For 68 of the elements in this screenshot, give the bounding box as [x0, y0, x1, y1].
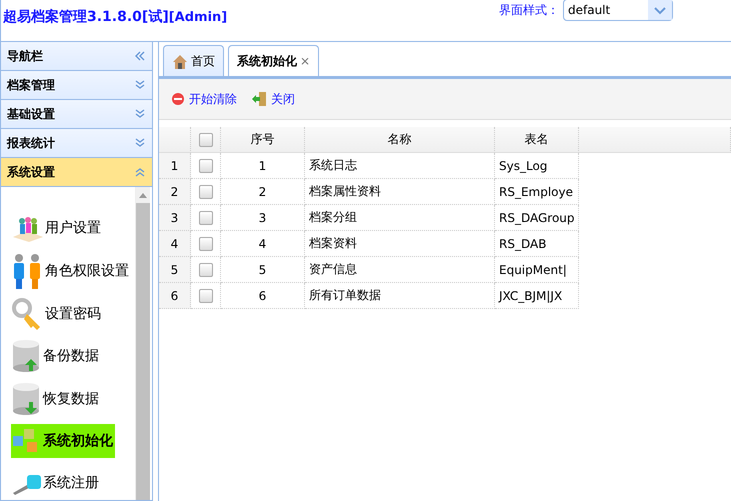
clear-button[interactable]: 开始清除 [171, 90, 237, 108]
table-cell: RS_DAGroup [495, 205, 579, 231]
row-number: 4 [159, 231, 191, 257]
section-label: 系统设置 [7, 164, 55, 180]
row-number: 2 [159, 179, 191, 205]
column-header[interactable]: 名称 [305, 127, 495, 153]
menu-item[interactable]: 系统注册 [11, 466, 101, 500]
table-cell: 4 [221, 231, 305, 257]
table-cell: 1 [221, 153, 305, 179]
table-cell: 资产信息 [305, 257, 495, 283]
minus-circle-icon [171, 92, 185, 106]
exit-door-icon [251, 92, 267, 106]
table-cell: 所有订单数据 [305, 283, 495, 309]
table-cell: 3 [221, 205, 305, 231]
menu-item[interactable]: 角色权限设置 [11, 253, 131, 290]
row-number: 6 [159, 283, 191, 309]
table-cell: 5 [221, 257, 305, 283]
collapse-icon[interactable] [134, 166, 146, 178]
expand-icon[interactable] [134, 137, 146, 149]
table-cell: 2 [221, 179, 305, 205]
nav-section[interactable]: 报表统计 [1, 129, 152, 158]
row-checkbox[interactable] [198, 288, 212, 302]
table-cell: Sys_Log [495, 153, 579, 179]
table-cell: RS_Employe [495, 179, 579, 205]
row-checkbox[interactable] [198, 262, 212, 276]
row-checkbox[interactable] [198, 184, 212, 198]
table-cell: JXC_BJM|JX [495, 283, 579, 309]
close-button[interactable]: 关闭 [251, 90, 295, 108]
menu-item[interactable]: 用户设置 [11, 211, 103, 246]
nav-section[interactable]: 系统设置 [1, 158, 152, 187]
style-select[interactable]: default [563, 0, 673, 21]
nav-section[interactable]: 基础设置 [1, 100, 152, 129]
menu-item[interactable]: 恢复数据 [11, 382, 101, 416]
close-icon[interactable]: × [300, 54, 310, 68]
table-cell: 6 [221, 283, 305, 309]
tab[interactable]: 系统初始化 × [228, 45, 320, 76]
row-number: 5 [159, 257, 191, 283]
column-header[interactable]: 表名 [495, 127, 579, 153]
row-number: 1 [159, 153, 191, 179]
row-checkbox[interactable] [198, 210, 212, 224]
tab[interactable]: 首页 [163, 45, 224, 76]
table-cell: 档案属性资料 [305, 179, 495, 205]
table-cell: EquipMent| [495, 257, 579, 283]
expand-icon[interactable] [134, 79, 146, 91]
section-label: 基础设置 [7, 106, 55, 122]
menu-item[interactable]: 系统初始化 [11, 424, 115, 458]
row-checkbox[interactable] [198, 236, 212, 250]
collapse-icon[interactable] [134, 50, 146, 62]
section-label: 报表统计 [7, 134, 55, 152]
app-title: 超易档案管理3.1.8.0[试][Admin] [3, 8, 228, 27]
table-cell: 档案分组 [305, 205, 495, 231]
row-checkbox[interactable] [198, 158, 212, 172]
expand-icon[interactable] [134, 108, 146, 120]
table-cell: RS_DAB [495, 231, 579, 257]
scroll-up-icon[interactable] [139, 192, 147, 198]
style-label: 界面样式： [499, 2, 559, 19]
scrollbar[interactable] [135, 187, 150, 500]
section-label: 档案管理 [7, 76, 55, 94]
select-all-checkbox[interactable] [198, 132, 212, 146]
column-header[interactable]: 序号 [221, 127, 305, 153]
nav-title-text: 导航栏 [7, 48, 43, 64]
nav-section[interactable]: 档案管理 [1, 71, 152, 100]
home-icon [172, 54, 188, 68]
menu-item[interactable]: 备份数据 [11, 339, 101, 374]
menu-item[interactable]: 设置密码 [11, 297, 103, 332]
row-number: 3 [159, 205, 191, 231]
table-cell: 档案资料 [305, 231, 495, 257]
table-cell: 系统日志 [305, 153, 495, 179]
